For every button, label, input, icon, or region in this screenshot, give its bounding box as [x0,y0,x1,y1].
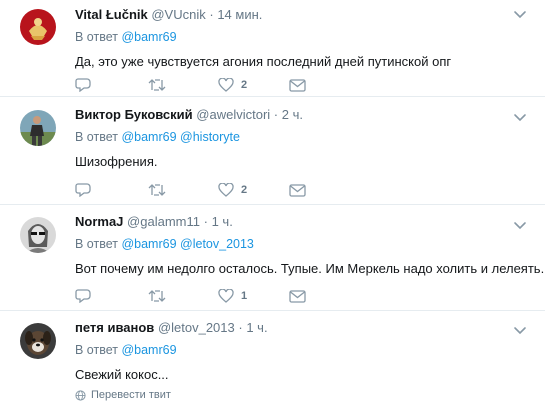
author-name[interactable]: Виктор Буковский [75,107,193,122]
envelope-icon [289,183,306,197]
reply-prefix: В ответ [75,130,118,144]
retweet-icon [148,79,166,91]
translate-tweet-link[interactable]: Перевести твит [75,389,171,401]
direct-message-button[interactable] [289,181,306,199]
reply-icon [75,78,91,92]
reply-context: В ответ @bamr69 [75,29,515,45]
reply-context: В ответ @bamr69 @historyte [75,129,515,145]
tweet-actions: 2 [75,76,355,94]
timestamp[interactable]: 2 ч. [282,107,303,122]
envelope-icon [289,289,306,303]
avatar[interactable] [20,110,56,146]
mention-link[interactable]: @letov_2013 [180,237,254,251]
avatar[interactable] [20,9,56,45]
heart-icon [218,78,234,92]
retweet-button[interactable] [148,76,166,94]
reply-prefix: В ответ [75,343,118,357]
author-handle[interactable]: @VUcnik [151,7,205,22]
like-count: 2 [241,184,248,196]
globe-icon [75,389,86,401]
reply-icon [75,183,91,197]
tweet-text: Вот почему им недолго осталось. Тупые. И… [75,261,545,276]
mention-link[interactable]: @bamr69 [121,237,176,251]
like-button[interactable]: 2 [218,181,247,199]
chevron-down-icon[interactable] [513,10,527,20]
avatar[interactable] [20,323,56,359]
reply-context: В ответ @bamr69 [75,342,515,358]
chevron-down-icon[interactable] [513,326,527,336]
avatar[interactable] [20,217,56,253]
tweet[interactable]: NormaJ @galamm11 · 1 ч. В ответ @bamr69 … [0,205,545,311]
tweet-actions: 1 [75,287,355,305]
tweet-text: Да, это уже чувствуется агония последний… [75,54,452,69]
mention-link[interactable]: @historyte [180,130,240,144]
separator-dot: · [238,320,243,335]
reply-prefix: В ответ [75,30,118,44]
tweet-actions: 2 [75,181,355,199]
heart-icon [218,289,234,303]
separator-dot: · [273,107,279,122]
mention-link[interactable]: @bamr69 [121,343,176,357]
reply-button[interactable] [75,287,91,305]
like-button[interactable]: 1 [218,287,247,305]
envelope-icon [289,78,306,92]
author-name[interactable]: петя иванов [75,320,154,335]
retweet-button[interactable] [148,181,166,199]
coat-of-arms-avatar-icon [20,9,56,45]
retweet-button[interactable] [148,287,166,305]
reply-context: В ответ @bamr69 @letov_2013 [75,236,515,252]
translate-label[interactable]: Перевести твит [91,389,171,401]
mention-link[interactable]: @bamr69 [121,130,176,144]
separator-dot: · [203,214,208,229]
mention-link[interactable]: @bamr69 [121,30,176,44]
like-button[interactable]: 2 [218,76,247,94]
person-outdoors-avatar-icon [20,110,56,146]
reply-button[interactable] [75,76,91,94]
tweet-text: Свежий кокос... [75,367,169,382]
separator-dot: · [209,7,214,22]
retweet-icon [148,290,166,302]
timestamp[interactable]: 1 ч. [246,320,267,335]
author-handle[interactable]: @awelvictori [196,107,270,122]
tweet[interactable]: Виктор Буковский @awelvictori · 2 ч. В о… [0,97,545,205]
person-sunglasses-avatar-icon [20,217,56,253]
retweet-icon [148,184,166,196]
dog-avatar-icon [20,323,56,359]
replies-feed: Vital Łučnik @VUcnik · 14 мин. В ответ @… [0,0,545,407]
timestamp[interactable]: 1 ч. [212,214,233,229]
tweet[interactable]: Vital Łučnik @VUcnik · 14 мин. В ответ @… [0,0,545,97]
direct-message-button[interactable] [289,76,306,94]
chevron-down-icon[interactable] [513,221,527,231]
reply-prefix: В ответ [75,237,118,251]
author-name[interactable]: NormaJ [75,214,123,229]
like-count: 2 [241,79,248,91]
author-name[interactable]: Vital Łučnik [75,7,148,22]
reply-button[interactable] [75,181,91,199]
reply-icon [75,289,91,303]
heart-icon [218,183,234,197]
author-handle[interactable]: @letov_2013 [158,320,235,335]
direct-message-button[interactable] [289,287,306,305]
timestamp[interactable]: 14 мин. [217,7,262,22]
chevron-down-icon[interactable] [513,113,527,123]
author-handle[interactable]: @galamm11 [127,214,200,229]
tweet-text: Шизофрения. [75,154,158,169]
like-count: 1 [241,290,248,302]
